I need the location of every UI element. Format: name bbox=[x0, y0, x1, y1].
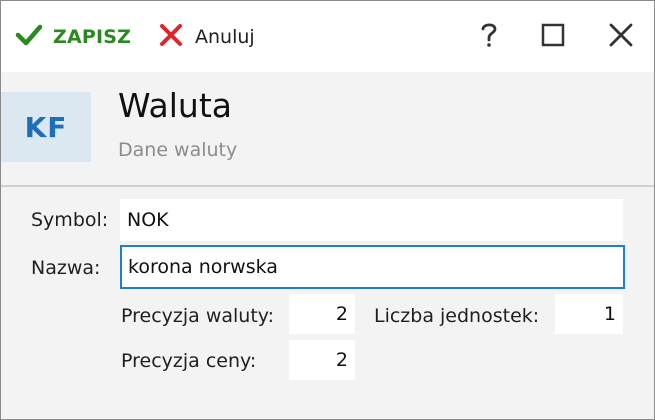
help-button[interactable] bbox=[473, 21, 505, 53]
currency-precision-field[interactable]: 2 bbox=[289, 294, 355, 334]
maximize-icon bbox=[541, 23, 565, 51]
price-precision-label: Precyzja ceny: bbox=[121, 350, 257, 372]
save-button[interactable]: ZAPISZ bbox=[15, 21, 131, 53]
name-field[interactable]: korona norwska bbox=[120, 245, 625, 289]
price-precision-field[interactable]: 2 bbox=[289, 340, 355, 380]
form-badge: KF bbox=[1, 92, 91, 162]
unit-count-field[interactable]: 1 bbox=[555, 294, 623, 334]
close-icon bbox=[609, 23, 633, 51]
name-label: Nazwa: bbox=[31, 257, 101, 279]
badge-text: KF bbox=[24, 110, 68, 144]
page-subtitle: Dane waluty bbox=[118, 139, 238, 161]
currency-precision-label: Precyzja waluty: bbox=[121, 305, 275, 327]
cancel-label: Anuluj bbox=[195, 26, 255, 48]
cancel-button[interactable]: Anuluj bbox=[159, 21, 255, 53]
save-label: ZAPISZ bbox=[53, 26, 132, 48]
x-icon bbox=[159, 23, 183, 51]
toolbar: ZAPISZ Anuluj bbox=[1, 1, 654, 72]
close-button[interactable] bbox=[605, 21, 637, 53]
currency-form: Symbol: NOK Nazwa: korona norwska Precyz… bbox=[1, 187, 654, 419]
currency-dialog: ZAPISZ Anuluj KF Waluta Dane waluty Symb… bbox=[0, 0, 655, 420]
maximize-button[interactable] bbox=[537, 21, 569, 53]
symbol-field[interactable]: NOK bbox=[120, 199, 623, 241]
dialog-header: KF Waluta Dane waluty bbox=[1, 72, 654, 187]
unit-count-label: Liczba jednostek: bbox=[374, 305, 540, 327]
symbol-label: Symbol: bbox=[31, 209, 109, 231]
question-icon bbox=[479, 21, 499, 53]
check-icon bbox=[15, 23, 43, 51]
page-title: Waluta bbox=[118, 86, 232, 125]
